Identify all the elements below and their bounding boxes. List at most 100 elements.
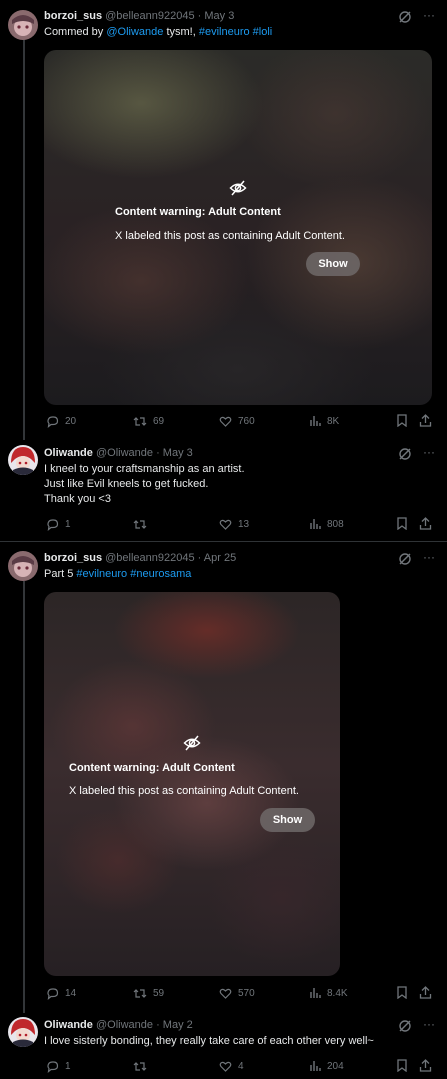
grok-icon[interactable] [398, 552, 412, 566]
post-header: Oliwande @Oliwande · May 3 [44, 446, 193, 460]
reply-button[interactable]: 1 [46, 1059, 71, 1073]
bookmark-icon[interactable] [396, 986, 408, 999]
avatar[interactable] [8, 445, 38, 475]
bookmark-icon[interactable] [396, 517, 408, 530]
views-button[interactable]: 808 [309, 517, 344, 531]
like-button[interactable]: 760 [219, 414, 255, 428]
post-header: borzoi_sus @belleann922045 · May 3 [44, 9, 234, 23]
post-date[interactable]: · May 3 [156, 447, 193, 459]
reply-button[interactable]: 14 [46, 986, 76, 1000]
post-text: Commed by @Oliwande tysm!, #evilneuro #l… [44, 25, 272, 40]
hashtag-links[interactable]: #evilneuro #neurosama [76, 568, 191, 580]
heart-icon [219, 519, 232, 530]
repost-button[interactable] [133, 1059, 153, 1073]
repost-button[interactable]: 59 [133, 986, 164, 1000]
heart-icon [219, 416, 232, 427]
share-icon[interactable] [419, 517, 432, 530]
reply-count: 14 [65, 987, 77, 999]
grok-icon[interactable] [398, 447, 412, 461]
more-options-icon[interactable]: ··· [422, 551, 436, 566]
avatar[interactable] [8, 551, 38, 581]
handle[interactable]: @Oliwande [96, 447, 153, 459]
display-name[interactable]: borzoi_sus [44, 10, 102, 22]
show-button[interactable]: Show [260, 808, 315, 832]
avatar[interactable] [8, 10, 38, 40]
view-count: 8K [327, 415, 340, 427]
views-button[interactable]: 8K [309, 414, 339, 428]
post-date[interactable]: · May 3 [198, 10, 235, 22]
handle[interactable]: @Oliwande [96, 1019, 153, 1031]
display-name[interactable]: Oliwande [44, 447, 93, 459]
reply-count: 20 [65, 415, 77, 427]
heart-icon [219, 988, 232, 999]
thread-line [23, 38, 25, 440]
post-text-line-3: Thank you <3 [44, 493, 111, 505]
post-text-mid: tysm!, [163, 26, 199, 38]
like-count: 570 [238, 987, 255, 999]
like-count: 13 [238, 518, 250, 530]
post-header: Oliwande @Oliwande · May 2 [44, 1018, 193, 1032]
bookmark-icon[interactable] [396, 414, 408, 427]
repost-icon [133, 519, 147, 529]
bookmark-icon[interactable] [396, 1059, 408, 1072]
repost-count: 59 [153, 987, 165, 999]
display-name[interactable]: borzoi_sus [44, 552, 102, 564]
reply-icon [47, 987, 59, 1000]
post-text: Part 5 #evilneuro #neurosama [44, 567, 191, 582]
content-warning-description: X labeled this post as containing Adult … [115, 230, 345, 242]
views-chart-icon [310, 519, 321, 529]
view-count: 808 [327, 518, 344, 530]
repost-icon [133, 1061, 147, 1071]
post-date[interactable]: · Apr 25 [198, 552, 237, 564]
views-button[interactable]: 204 [309, 1059, 344, 1073]
post-text-prefix: Part 5 [44, 568, 77, 580]
reply-icon [47, 1060, 59, 1073]
handle[interactable]: @belleann922045 [105, 552, 194, 564]
views-chart-icon [310, 416, 321, 426]
content-warning-description: X labeled this post as containing Adult … [69, 785, 299, 797]
reply-count: 1 [65, 518, 71, 530]
share-icon[interactable] [419, 1059, 432, 1072]
handle[interactable]: @belleann922045 [105, 10, 194, 22]
content-warning-title: Content warning: Adult Content [115, 206, 281, 218]
post-divider [0, 541, 447, 542]
share-icon[interactable] [419, 414, 432, 427]
share-icon[interactable] [419, 986, 432, 999]
post-text-prefix: Commed by [44, 26, 107, 38]
grok-icon[interactable] [398, 10, 412, 24]
like-count: 760 [238, 415, 255, 427]
post-header: borzoi_sus @belleann922045 · Apr 25 [44, 551, 236, 565]
more-options-icon[interactable]: ··· [422, 1018, 436, 1033]
media-content-warning: Content warning: Adult Content X labeled… [44, 50, 432, 405]
reply-icon [47, 415, 59, 428]
content-warning-title: Content warning: Adult Content [69, 762, 235, 774]
post-text: I love sisterly bonding, they really tak… [44, 1035, 374, 1047]
reply-button[interactable]: 1 [46, 517, 71, 531]
hashtag-links[interactable]: #evilneuro #loli [199, 26, 272, 38]
blurred-media [44, 50, 432, 405]
repost-count: 69 [153, 415, 165, 427]
post-text-line-2: Just like Evil kneels to get fucked. [44, 478, 209, 490]
view-count: 204 [327, 1060, 344, 1072]
more-options-icon[interactable]: ··· [422, 446, 436, 461]
like-button[interactable]: 4 [219, 1059, 244, 1073]
post-date[interactable]: · May 2 [156, 1019, 193, 1031]
show-button[interactable]: Show [306, 252, 360, 276]
more-options-icon[interactable]: ··· [422, 9, 436, 24]
eye-slash-icon [183, 735, 201, 751]
like-button[interactable]: 570 [219, 986, 255, 1000]
blurred-media [44, 592, 340, 976]
eye-slash-icon [229, 180, 247, 196]
reply-count: 1 [65, 1060, 71, 1072]
views-button[interactable]: 8.4K [309, 986, 348, 1000]
reply-icon [47, 518, 59, 531]
mention-link[interactable]: @Oliwande [106, 26, 163, 38]
display-name[interactable]: Oliwande [44, 1019, 93, 1031]
like-button[interactable]: 13 [219, 517, 249, 531]
reply-button[interactable]: 20 [46, 414, 76, 428]
repost-button[interactable]: 69 [133, 414, 164, 428]
avatar[interactable] [8, 1017, 38, 1047]
view-count: 8.4K [327, 987, 348, 999]
grok-icon[interactable] [398, 1019, 412, 1033]
repost-button[interactable] [133, 517, 153, 531]
